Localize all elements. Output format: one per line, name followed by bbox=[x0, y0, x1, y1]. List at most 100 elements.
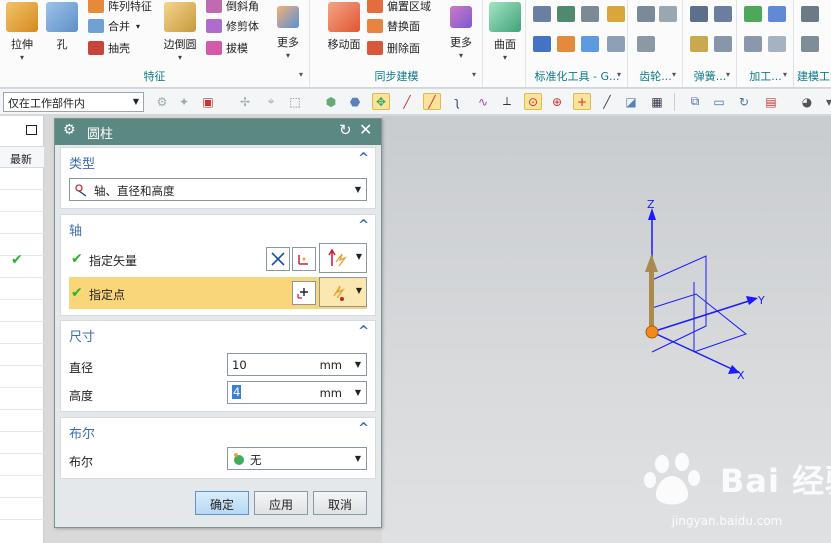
general-select-icon[interactable]: ✢ bbox=[236, 93, 254, 110]
offset-region-button[interactable]: 偏置区域 bbox=[367, 0, 431, 16]
unite-button[interactable]: 合并 ▾ bbox=[88, 16, 140, 36]
height-value[interactable]: 4 bbox=[232, 385, 242, 399]
extrude-button[interactable]: 拉伸 ▾ bbox=[2, 0, 42, 64]
spring-icon[interactable] bbox=[690, 36, 708, 52]
hole-button[interactable]: 孔 bbox=[42, 0, 82, 64]
navigator-row[interactable] bbox=[0, 168, 44, 190]
chevron-down-icon[interactable]: ▾ bbox=[472, 70, 476, 79]
height-field[interactable]: 4 mm ▼ bbox=[227, 381, 367, 404]
chevron-down-icon[interactable]: ▼ bbox=[355, 388, 361, 397]
graphics-viewport[interactable]: Z Y X Bai 经验 jingyan.baidu.com bbox=[382, 116, 831, 543]
mid-point-icon[interactable]: ╱ bbox=[423, 93, 441, 110]
bolt-icon[interactable] bbox=[557, 36, 575, 52]
cancel-button[interactable]: 取消 bbox=[313, 491, 367, 515]
specify-point-row[interactable]: ✔ 指定点 bbox=[69, 277, 289, 309]
tool-icon[interactable] bbox=[607, 6, 625, 22]
select-feature-icon[interactable]: ⚙ bbox=[153, 93, 171, 110]
navigator-row[interactable] bbox=[0, 388, 44, 410]
machining-icon[interactable] bbox=[744, 6, 762, 22]
reset-icon[interactable]: ↻ bbox=[339, 121, 352, 139]
origin-point[interactable] bbox=[645, 325, 659, 339]
type-filter-icon[interactable]: ▣ bbox=[199, 93, 217, 110]
snap-point-icon[interactable]: ✥ bbox=[372, 93, 390, 110]
bounded-grid-icon[interactable]: ▦ bbox=[648, 93, 666, 110]
chamfer-button[interactable]: 倒斜角 bbox=[206, 0, 259, 16]
datum-icon[interactable] bbox=[533, 6, 551, 22]
axis-section-header[interactable]: 轴 ^ bbox=[61, 215, 375, 240]
navigator-row[interactable] bbox=[0, 190, 44, 212]
rectangle-select-icon[interactable]: ⬚ bbox=[286, 93, 304, 110]
shell-button[interactable]: 抽壳 bbox=[88, 38, 130, 58]
gear-icon[interactable] bbox=[637, 36, 655, 52]
chevron-down-icon[interactable]: ▾ bbox=[299, 70, 303, 79]
spring-icon[interactable] bbox=[690, 6, 708, 22]
triangle-icon[interactable] bbox=[801, 6, 819, 22]
diameter-value[interactable]: 10 bbox=[232, 358, 247, 372]
infer-vector-dropdown[interactable]: ▼ bbox=[319, 243, 367, 273]
rotate-icon[interactable]: ↻ bbox=[735, 93, 753, 110]
selection-scope-dropdown[interactable]: 仅在工作部件内 ▼ bbox=[3, 92, 144, 112]
gear-icon[interactable] bbox=[637, 6, 655, 22]
more-feature-button[interactable]: 更多 ▾ bbox=[268, 0, 308, 64]
dimensions-section-header[interactable]: 尺寸 ^ bbox=[61, 321, 375, 346]
navigator-row[interactable] bbox=[0, 212, 44, 234]
gear-icon[interactable]: ⚙ bbox=[63, 122, 76, 138]
machining-icon[interactable] bbox=[768, 36, 786, 52]
axis-vector-arrow-icon[interactable] bbox=[645, 254, 658, 272]
zoom-icon[interactable]: ▭ bbox=[710, 93, 728, 110]
move-face-button[interactable]: 移动面 bbox=[321, 0, 367, 64]
apply-button[interactable]: 应用 bbox=[254, 491, 308, 515]
select-solid-icon[interactable]: ⬣ bbox=[346, 93, 364, 110]
cylinder-type-dropdown[interactable]: 轴、直径和高度 ▼ bbox=[69, 178, 367, 201]
existing-point-icon[interactable]: + bbox=[573, 93, 591, 110]
navigator-row[interactable] bbox=[0, 300, 44, 322]
chevron-down-icon[interactable]: ▾ bbox=[672, 70, 676, 79]
axis-vector-shaft[interactable] bbox=[649, 268, 654, 330]
fastener-icon[interactable] bbox=[533, 36, 551, 52]
boolean-dropdown[interactable]: 无 ▼ bbox=[227, 447, 367, 470]
spring-icon[interactable] bbox=[714, 6, 732, 22]
intersection-point-icon[interactable]: ∿ bbox=[474, 93, 492, 110]
pattern-feature-button[interactable]: 阵列特征 bbox=[88, 0, 152, 16]
grid-icon[interactable] bbox=[581, 6, 599, 22]
end-point-icon[interactable]: ╱ bbox=[398, 93, 416, 110]
gear-icon[interactable] bbox=[659, 6, 677, 22]
select-body-icon[interactable]: ✦ bbox=[175, 93, 193, 110]
perpendicular-icon[interactable]: ⟂ bbox=[498, 93, 516, 110]
part-icon[interactable] bbox=[581, 36, 599, 52]
orient-view-icon[interactable]: ▤ bbox=[762, 93, 780, 110]
navigator-row[interactable] bbox=[0, 410, 44, 432]
boolean-section-header[interactable]: 布尔 ^ bbox=[61, 418, 375, 443]
point-on-curve-icon[interactable]: ╱ bbox=[598, 93, 616, 110]
chevron-down-icon[interactable]: ▾ bbox=[783, 70, 787, 79]
chevron-down-icon[interactable]: ▾ bbox=[820, 93, 831, 110]
render-style-icon[interactable]: ◕ bbox=[798, 93, 816, 110]
chevron-down-icon[interactable]: ▾ bbox=[617, 70, 621, 79]
navigator-row[interactable] bbox=[0, 344, 44, 366]
edge-blend-button[interactable]: 边倒圆 ▾ bbox=[160, 0, 200, 64]
machining-icon[interactable] bbox=[768, 6, 786, 22]
specify-vector-row[interactable]: ✔ 指定矢量 ▼ bbox=[61, 243, 375, 275]
navigator-row[interactable] bbox=[0, 498, 44, 520]
navigator-row[interactable] bbox=[0, 278, 44, 300]
pin-icon[interactable] bbox=[607, 36, 625, 52]
chevron-down-icon[interactable]: ▾ bbox=[726, 70, 730, 79]
navigator-row[interactable] bbox=[0, 454, 44, 476]
quadrant-point-icon[interactable]: ⊕ bbox=[548, 93, 566, 110]
machining-icon[interactable] bbox=[744, 36, 762, 52]
dialog-titlebar[interactable]: ⚙ 圆柱 ↻ ✕ bbox=[55, 119, 381, 145]
navigator-column-latest[interactable]: 最新 bbox=[0, 146, 44, 168]
select-face-icon[interactable]: ⬢ bbox=[322, 93, 340, 110]
navigator-row[interactable] bbox=[0, 432, 44, 454]
select-curve-icon[interactable]: ⌖ bbox=[262, 93, 280, 110]
vector-dialog-button[interactable] bbox=[292, 247, 316, 271]
navigator-row[interactable] bbox=[0, 476, 44, 498]
replace-face-button[interactable]: 替换面 bbox=[367, 16, 420, 36]
navigator-row[interactable] bbox=[0, 322, 44, 344]
reverse-direction-button[interactable] bbox=[266, 247, 290, 271]
diameter-field[interactable]: 10 mm ▼ bbox=[227, 353, 367, 376]
surface-button[interactable]: 曲面 ▾ bbox=[485, 0, 525, 64]
chevron-down-icon[interactable]: ▼ bbox=[355, 360, 361, 369]
layer-icon[interactable] bbox=[557, 6, 575, 22]
type-section-header[interactable]: 类型 ^ bbox=[61, 148, 375, 173]
